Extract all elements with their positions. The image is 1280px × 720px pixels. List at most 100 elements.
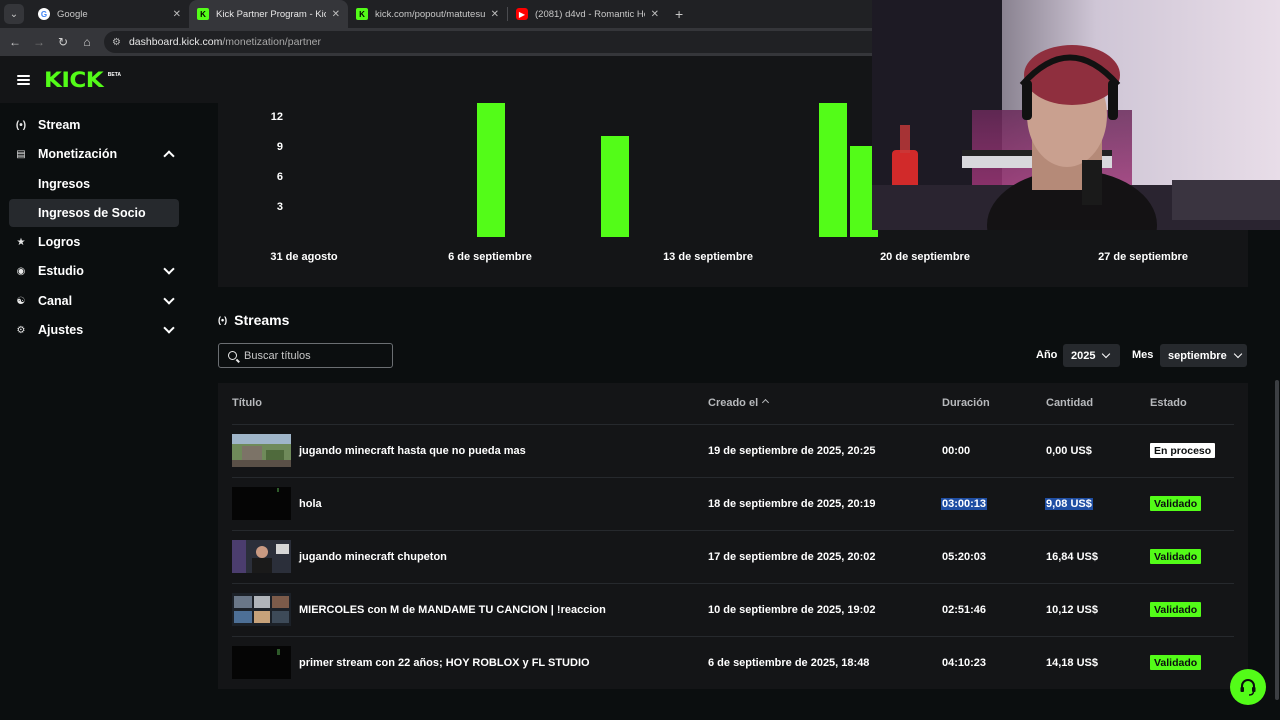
back-icon[interactable]: ← [3, 35, 27, 49]
stream-amount: 16,84 US$ [1046, 551, 1098, 563]
tab-title: (2081) d4vd - Romantic Homici [535, 8, 645, 20]
table-row[interactable]: jugando minecraft hasta que no pueda mas… [232, 424, 1234, 477]
sidebar-item-logros[interactable]: ★ Logros [9, 228, 179, 256]
sidebar-item-ajustes[interactable]: ⚙ Ajustes [9, 316, 179, 344]
sidebar-item-stream[interactable]: (•) Stream [9, 111, 179, 139]
sidebar-item-label: Monetización [38, 147, 118, 161]
menu-icon[interactable] [17, 73, 30, 87]
stream-amount: 14,18 US$ [1046, 657, 1098, 669]
close-icon[interactable]: ✕ [332, 9, 340, 20]
home-icon[interactable]: ⌂ [75, 35, 99, 49]
url-path: /monetization/partner [222, 36, 321, 48]
sidebar-item-canal[interactable]: ☯ Canal [9, 287, 179, 315]
trophy-icon: ★ [16, 236, 26, 248]
sidebar-item-label: Ingresos de Socio [38, 206, 146, 220]
stream-title: jugando minecraft chupeton [299, 551, 447, 563]
stream-duration: 03:00:13 [941, 498, 988, 510]
stream-thumbnail [232, 593, 291, 626]
stream-created: 10 de septiembre de 2025, 19:02 [708, 604, 876, 616]
tab-search-button[interactable]: ⌄ [4, 4, 24, 24]
table-row[interactable]: primer stream con 22 años; HOY ROBLOX y … [232, 636, 1234, 689]
column-header-label: Creado el [708, 397, 759, 409]
search-box[interactable] [218, 343, 393, 368]
search-icon [228, 351, 237, 360]
tab-title: kick.com/popout/matutesured [375, 8, 485, 20]
stream-thumbnail [232, 540, 291, 573]
x-tick-label: 20 de septiembre [880, 251, 970, 263]
close-icon[interactable]: ✕ [173, 9, 181, 20]
stream-amount: 9,08 US$ [1045, 498, 1093, 510]
year-label: Año [1036, 349, 1058, 361]
gear-icon: ⚙ [16, 324, 26, 336]
headset-icon [1240, 679, 1256, 696]
tab-kick-partner[interactable]: K Kick Partner Program - Kick Da ✕ [189, 0, 348, 28]
x-tick-label: 31 de agosto [270, 251, 338, 263]
y-tick-label: 9 [276, 141, 283, 153]
month-label: Mes [1132, 349, 1154, 361]
chart-bar[interactable] [601, 136, 629, 237]
section-title: Streams [234, 312, 290, 328]
chart-bar[interactable] [476, 103, 505, 237]
column-header-created[interactable]: Creado el [708, 397, 770, 409]
sidebar-item-monetizacion[interactable]: ▤ Monetización [9, 140, 179, 168]
close-icon[interactable]: ✕ [651, 9, 659, 20]
x-tick-label: 13 de septiembre [663, 251, 753, 263]
tab-title: Google [57, 8, 88, 20]
month-select[interactable]: septiembre [1160, 344, 1247, 367]
sidebar-item-ingresos[interactable]: Ingresos [9, 170, 179, 198]
month-value: septiembre [1168, 349, 1227, 362]
chevron-down-icon [1233, 349, 1242, 359]
new-tab-icon[interactable]: + [675, 6, 683, 22]
stream-duration: 04:10:23 [942, 657, 987, 669]
stream-amount: 0,00 US$ [1046, 445, 1092, 457]
stream-thumbnail [232, 434, 291, 467]
chart-bar[interactable] [818, 103, 847, 237]
chevron-down-icon [1102, 349, 1111, 359]
column-header-status[interactable]: Estado [1150, 397, 1187, 409]
stream-title: hola [299, 498, 322, 510]
y-tick-label: 3 [276, 201, 283, 213]
status-badge: Validado [1150, 496, 1202, 511]
sidebar-item-ingresos-de-socio[interactable]: Ingresos de Socio [9, 199, 179, 227]
column-header-amount[interactable]: Cantidad [1046, 397, 1093, 409]
tab-kick-popout[interactable]: K kick.com/popout/matutesured ✕ [348, 0, 507, 28]
stream-created: 18 de septiembre de 2025, 20:19 [708, 498, 876, 510]
reload-icon[interactable]: ↻ [51, 35, 75, 49]
google-icon: G [38, 8, 50, 20]
chevron-up-icon [163, 150, 175, 162]
close-icon[interactable]: ✕ [491, 9, 499, 20]
table-row[interactable]: jugando minecraft chupeton 17 de septiem… [232, 530, 1234, 583]
scrollbar-thumb[interactable] [1275, 380, 1279, 700]
sidebar-item-label: Logros [38, 235, 81, 249]
x-tick-label: 27 de septiembre [1098, 251, 1188, 263]
stream-thumbnail [232, 487, 291, 520]
forward-icon[interactable]: → [27, 35, 51, 49]
stream-duration: 02:51:46 [942, 604, 987, 616]
stream-title: jugando minecraft hasta que no pueda mas [299, 445, 526, 457]
stream-created: 19 de septiembre de 2025, 20:25 [708, 445, 876, 457]
tab-title: Kick Partner Program - Kick Da [216, 8, 326, 20]
stream-thumbnail [232, 646, 291, 679]
search-input[interactable] [244, 349, 384, 362]
channel-icon: ☯ [16, 295, 26, 307]
sidebar-item-label: Estudio [38, 264, 84, 278]
stream-created: 17 de septiembre de 2025, 20:02 [708, 551, 876, 563]
sidebar: (•) Stream ▤ Monetización Ingresos Ingre… [0, 103, 190, 720]
site-info-icon[interactable]: ⚙ [112, 37, 121, 48]
column-header-title[interactable]: Título [232, 397, 262, 409]
table-row[interactable]: MIERCOLES con M de MANDAME TU CANCION | … [232, 583, 1234, 636]
support-chat-button[interactable] [1230, 669, 1266, 705]
tab-google[interactable]: G Google ✕ [30, 0, 189, 28]
tab-youtube[interactable]: ▶ (2081) d4vd - Romantic Homici ✕ [508, 0, 667, 28]
streams-heading: (•) Streams [218, 312, 289, 328]
kick-logo[interactable]: KICK [44, 68, 104, 92]
column-header-duration[interactable]: Duración [942, 397, 990, 409]
beta-badge: BETA [107, 71, 122, 78]
broadcast-icon: (•) [15, 119, 27, 131]
sidebar-item-estudio[interactable]: ◉ Estudio [9, 257, 179, 285]
stream-title: MIERCOLES con M de MANDAME TU CANCION | … [299, 604, 606, 616]
y-tick-label: 6 [276, 171, 283, 183]
monetization-icon: ▤ [16, 148, 26, 160]
table-row[interactable]: hola 18 de septiembre de 2025, 20:19 03:… [232, 477, 1234, 530]
year-select[interactable]: 2025 [1063, 344, 1120, 367]
